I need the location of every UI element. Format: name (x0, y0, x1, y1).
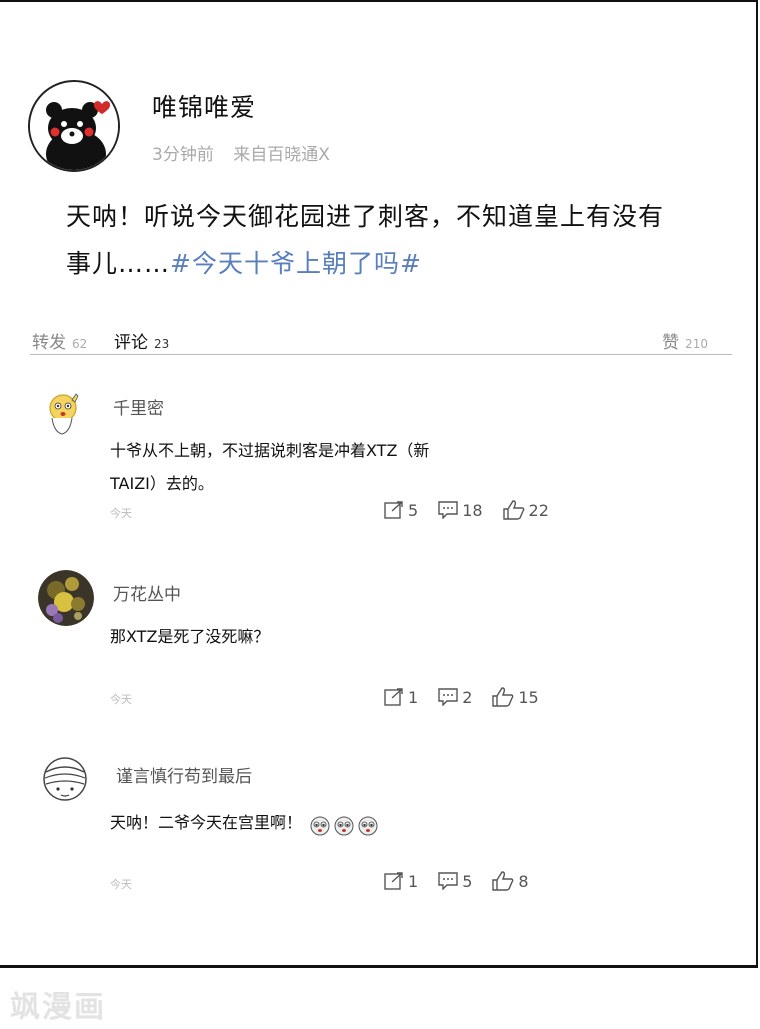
like-count: 8 (518, 871, 529, 891)
crying-face-emoji (358, 814, 378, 835)
thumbs-up-icon (492, 871, 514, 891)
tab-likes-label: 赞 (662, 333, 680, 353)
tab-repost[interactable]: 转发 62 (32, 328, 87, 353)
thumbs-up-icon (502, 500, 524, 520)
comment-actions: 5 18 22 (384, 500, 569, 520)
watermark-logo: 飒漫画 (10, 990, 106, 1025)
post-body: 天呐！听说今天御花园进了刺客，不知道皇上有没有事儿……#今天十爷上朝了吗# (66, 193, 686, 287)
reply-count: 5 (462, 871, 473, 891)
reply-count: 18 (462, 500, 483, 520)
tab-comments[interactable]: 评论 23 (114, 328, 169, 353)
commenter-name[interactable]: 万花丛中 (113, 580, 181, 605)
comment-text: 天呐！二爷今天在宫里啊！ (110, 806, 530, 839)
tab-likes-count: 210 (685, 337, 708, 351)
comment-text: 十爷从不上朝，不过据说刺客是冲着XTZ（新TAIZI）去的。 (110, 441, 430, 493)
crying-face-emoji (334, 814, 354, 835)
commenter-avatar[interactable] (42, 756, 88, 802)
emoji-group (310, 814, 382, 835)
repost-icon (384, 501, 403, 519)
post-source: 来自百晓通X (233, 145, 330, 165)
tab-repost-count: 62 (72, 337, 88, 351)
commenter-name[interactable]: 千里密 (113, 394, 164, 419)
post-meta: 3分钟前 来自百晓通X (152, 140, 344, 165)
like-count: 22 (528, 500, 549, 520)
reply-button[interactable]: 2 (438, 688, 472, 707)
poster-name[interactable]: 唯锦唯爱 (152, 88, 256, 124)
reply-button[interactable]: 5 (438, 872, 472, 891)
comment-bubble-icon (438, 872, 458, 890)
comment-bubble-icon (438, 501, 458, 519)
repost-button[interactable]: 5 (384, 501, 418, 520)
tab-repost-label: 转发 (32, 333, 66, 353)
repost-button[interactable]: 1 (384, 688, 418, 707)
comment-text-content: 天呐！二爷今天在宫里啊！ (110, 813, 303, 832)
comment-time: 今天 (110, 507, 132, 520)
comment-time: 今天 (110, 693, 132, 706)
tab-comments-count: 23 (154, 337, 170, 351)
reply-button[interactable]: 18 (438, 500, 483, 520)
repost-button[interactable]: 1 (384, 872, 418, 891)
reply-count: 2 (462, 687, 473, 707)
tab-comments-label: 评论 (114, 333, 148, 353)
comment-actions: 1 5 8 (384, 871, 549, 891)
poster-avatar[interactable] (28, 80, 120, 172)
commenter-avatar[interactable] (38, 388, 88, 438)
comment-time: 今天 (110, 878, 132, 891)
commenter-name[interactable]: 谨言慎行苟到最后 (116, 762, 252, 787)
post-time: 3分钟前 (152, 145, 214, 165)
like-count: 15 (518, 687, 539, 707)
like-button[interactable]: 15 (492, 687, 539, 707)
repost-icon (384, 872, 403, 890)
repost-count: 1 (408, 871, 419, 891)
repost-count: 1 (408, 687, 419, 707)
repost-icon (384, 688, 403, 706)
tab-likes[interactable]: 赞 210 (662, 328, 708, 353)
repost-count: 5 (408, 500, 419, 520)
commenter-avatar[interactable] (38, 570, 94, 626)
comment-bubble-icon (438, 688, 458, 706)
comment-actions: 1 2 15 (384, 687, 559, 707)
post-hashtag[interactable]: #今天十爷上朝了吗# (170, 249, 422, 278)
like-button[interactable]: 8 (492, 871, 529, 891)
post-tabs: 转发 62 评论 23 赞 210 (30, 326, 732, 355)
comment-text: 那XTZ是死了没死嘛？ (110, 627, 270, 646)
thumbs-up-icon (492, 687, 514, 707)
like-button[interactable]: 22 (502, 500, 549, 520)
crying-face-emoji (310, 814, 330, 835)
